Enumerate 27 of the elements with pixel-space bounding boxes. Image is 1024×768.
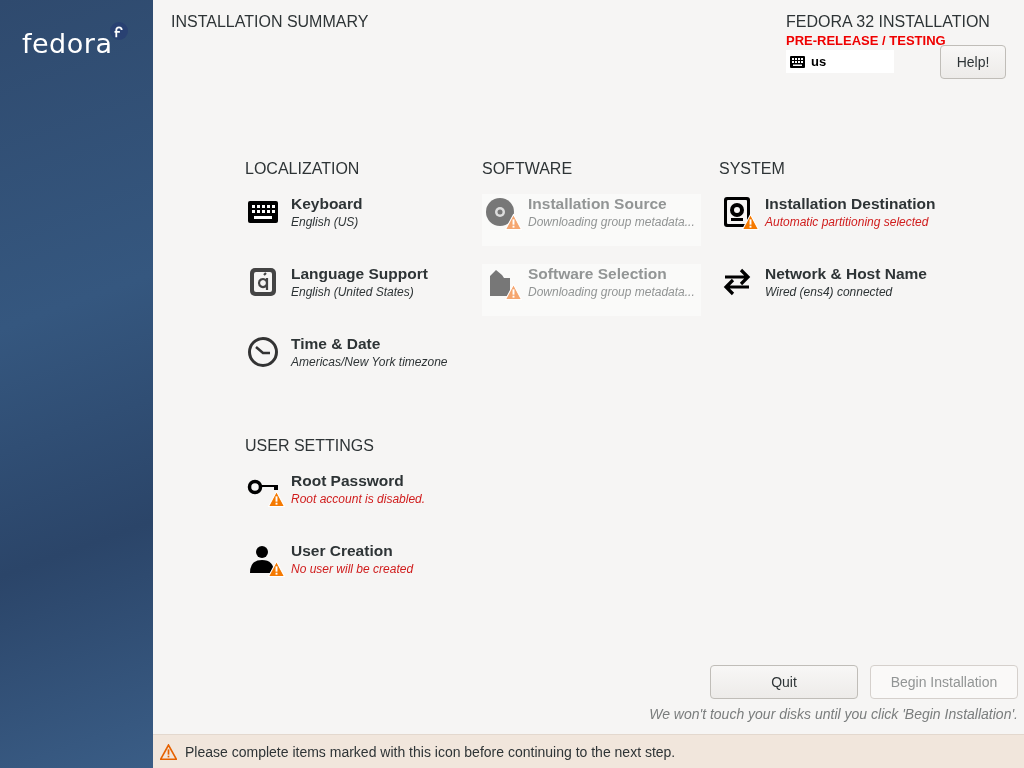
spoke-item[interactable]: Root Password Root account is disabled. bbox=[245, 471, 464, 523]
clock-icon bbox=[247, 336, 279, 368]
page-title: INSTALLATION SUMMARY bbox=[171, 13, 369, 32]
keyboard-layout-indicator[interactable]: us bbox=[786, 50, 894, 73]
section-heading: SOFTWARE bbox=[482, 160, 574, 179]
arrows-icon bbox=[721, 266, 753, 298]
disc-icon bbox=[484, 196, 516, 228]
section-heading: SYSTEM bbox=[719, 160, 786, 179]
spoke-item[interactable]: Installation Destination Automatic partitioning selected bbox=[719, 194, 938, 246]
spoke-item[interactable]: Time & Date Americas/New York timezone bbox=[245, 334, 464, 386]
warning-message: Please complete items marked with this icon before continuing to the next step. bbox=[185, 743, 676, 760]
spoke-item[interactable]: Keyboard English (US) bbox=[245, 194, 464, 246]
quit-button[interactable]: Quit bbox=[710, 665, 858, 699]
warning-icon bbox=[160, 743, 177, 760]
prerelease-label: PRE-RELEASE / TESTING bbox=[786, 33, 947, 48]
logo-text: fedora bbox=[22, 28, 113, 59]
disk-note-text: We won't touch your disks until you click 'Begin Installation'. bbox=[649, 706, 1018, 722]
product-title: FEDORA 32 INSTALLATION bbox=[786, 13, 991, 31]
language-icon bbox=[247, 266, 279, 298]
spoke-item[interactable]: Network & Host Name Wired (ens4) connected bbox=[719, 264, 938, 316]
help-button[interactable]: Help! bbox=[940, 45, 1006, 79]
spoke-item[interactable]: Language Support English (United States) bbox=[245, 264, 464, 316]
section-heading: LOCALIZATION bbox=[245, 160, 361, 179]
keyboard-icon bbox=[790, 55, 805, 68]
logo-badge-icon bbox=[110, 22, 129, 40]
spoke-item[interactable]: User Creation No user will be created bbox=[245, 541, 464, 593]
section-heading: USER SETTINGS bbox=[245, 437, 375, 456]
